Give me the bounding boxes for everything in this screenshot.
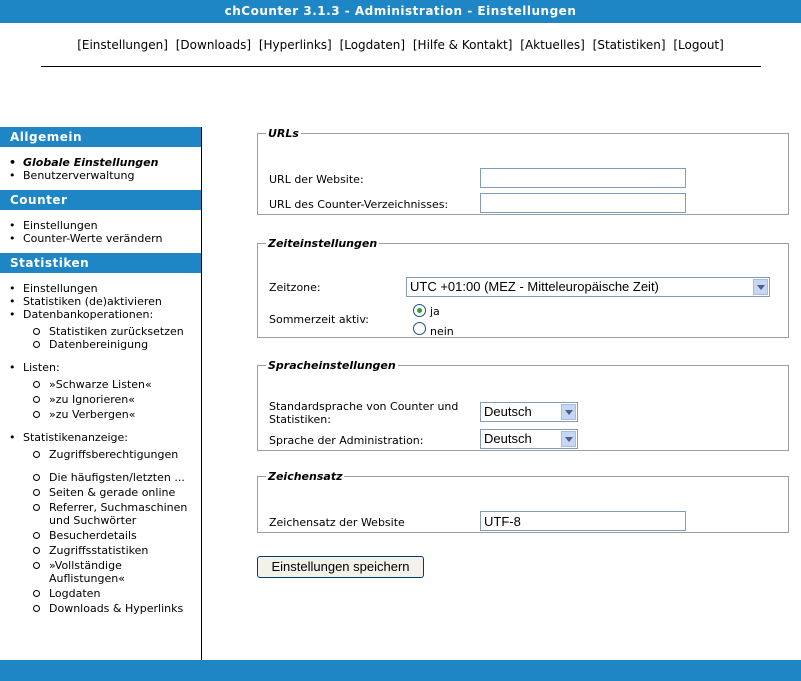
sidebar-item-counter-werte[interactable]: Counter-Werte verändern (0, 232, 201, 245)
sidebar-label-datenbankoperationen: Datenbankoperationen: (23, 308, 154, 321)
top-navigation: [Einstellungen] [Downloads] [Hyperlinks]… (0, 38, 801, 52)
radio-ja[interactable] (413, 304, 426, 317)
sidebar-item-counter-einstellungen[interactable]: Einstellungen (0, 219, 201, 232)
standard-language-select[interactable]: Deutsch (480, 402, 578, 422)
legend-zeiteinstellungen: Zeiteinstellungen (268, 237, 378, 250)
fieldset-spracheinstellungen: Spracheinstellungen Standardsprache von … (257, 359, 789, 451)
chevron-down-icon[interactable] (561, 431, 576, 447)
sidebar: Allgemein Globale Einstellungen Benutzer… (0, 127, 202, 660)
charset-input[interactable]: UTF-8 (480, 511, 686, 531)
sidebar-item-downloads-hyperlinks[interactable]: Downloads & Hyperlinks (23, 602, 201, 615)
sidebar-item-seiten-online[interactable]: Seiten & gerade online (23, 486, 201, 499)
nav-hilfe-kontakt[interactable]: [Hilfe & Kontakt] (413, 38, 513, 52)
sidebar-heading-allgemein: Allgemein (0, 127, 201, 147)
legend-urls: URLs (268, 127, 299, 140)
window-title: chCounter 3.1.3 - Administration - Einst… (0, 0, 801, 23)
fieldset-zeiteinstellungen: Zeiteinstellungen Zeitzone: UTC +01:00 (… (257, 237, 789, 338)
label-sommerzeit: Sommerzeit aktiv: (269, 313, 369, 326)
sidebar-item-zugriffsberechtigungen[interactable]: Zugriffsberechtigungen (23, 448, 201, 461)
sidebar-item-statistikenanzeige: Statistikenanzeige: Zugriffsberechtigung… (0, 431, 201, 615)
fieldset-zeichensatz: Zeichensatz Zeichensatz der Website UTF-… (257, 470, 789, 533)
nav-logout[interactable]: [Logout] (673, 38, 723, 52)
chevron-down-icon[interactable] (561, 404, 576, 420)
header-divider (41, 66, 761, 67)
sidebar-item-zu-verbergen[interactable]: »zu Verbergen« (23, 408, 201, 421)
timezone-value: UTC +01:00 (MEZ - Mitteleuropäische Zeit… (410, 279, 659, 294)
label-ja: ja (430, 305, 440, 318)
nav-hyperlinks[interactable]: [Hyperlinks] (259, 38, 332, 52)
standard-language-value: Deutsch (484, 404, 532, 419)
nav-downloads[interactable]: [Downloads] (176, 38, 251, 52)
label-zeichensatz: Zeichensatz der Website (269, 516, 405, 529)
sidebar-item-statistiken-zuruecksetzen[interactable]: Statistiken zurücksetzen (23, 325, 201, 338)
counter-dir-url-input[interactable] (480, 193, 686, 213)
sidebar-item-datenbankoperationen: Datenbankoperationen: Statistiken zurück… (0, 308, 201, 351)
fieldset-urls: URLs URL der Website: URL des Counter-Ve… (257, 127, 789, 215)
sidebar-item-globale-einstellungen[interactable]: Globale Einstellungen (0, 156, 201, 169)
sidebar-heading-statistiken: Statistiken (0, 253, 201, 273)
label-website-url: URL der Website: (269, 173, 364, 186)
label-counter-dir-url: URL des Counter-Verzeichnisses: (269, 198, 449, 211)
sidebar-item-zu-ignorieren[interactable]: »zu Ignorieren« (23, 393, 201, 406)
sidebar-item-schwarze-listen[interactable]: »Schwarze Listen« (23, 378, 201, 391)
admin-language-value: Deutsch (484, 431, 532, 446)
sidebar-item-besucherdetails[interactable]: Besucherdetails (23, 529, 201, 542)
sidebar-item-statistiken-aktivieren[interactable]: Statistiken (de)aktivieren (0, 295, 201, 308)
sidebar-heading-counter: Counter (0, 190, 201, 210)
footer-bar (0, 660, 801, 681)
sidebar-item-datenbereinigung[interactable]: Datenbereinigung (23, 338, 201, 351)
nav-aktuelles[interactable]: [Aktuelles] (520, 38, 585, 52)
sidebar-item-vollstaendige-auflistungen[interactable]: »Vollständige Auflistungen« (23, 559, 201, 585)
sidebar-item-haeufigsten-letzten[interactable]: Die häufigsten/letzten ... (23, 471, 201, 484)
nav-statistiken[interactable]: [Statistiken] (593, 38, 666, 52)
legend-zeichensatz: Zeichensatz (268, 470, 343, 483)
timezone-select[interactable]: UTC +01:00 (MEZ - Mitteleuropäische Zeit… (406, 277, 770, 297)
sidebar-item-benutzerverwaltung[interactable]: Benutzerverwaltung (0, 169, 201, 182)
sidebar-item-referrer[interactable]: Referrer, Suchmaschinen und Suchwörter (23, 501, 201, 527)
admin-language-select[interactable]: Deutsch (480, 429, 578, 449)
nav-logdaten[interactable]: [Logdaten] (340, 38, 405, 52)
sidebar-item-listen: Listen: »Schwarze Listen« »zu Ignorieren… (0, 361, 201, 421)
sidebar-label-statistikenanzeige: Statistikenanzeige: (23, 431, 128, 444)
nav-einstellungen[interactable]: [Einstellungen] (77, 38, 168, 52)
label-zeitzone: Zeitzone: (269, 281, 321, 294)
sidebar-item-zugriffsstatistiken[interactable]: Zugriffsstatistiken (23, 544, 201, 557)
legend-spracheinstellungen: Spracheinstellungen (268, 359, 396, 372)
website-url-input[interactable] (480, 168, 686, 188)
label-admin-sprache: Sprache der Administration: (269, 434, 424, 447)
sidebar-label-listen: Listen: (23, 361, 60, 374)
sidebar-item-statistiken-einstellungen[interactable]: Einstellungen (0, 282, 201, 295)
sidebar-item-logdaten[interactable]: Logdaten (23, 587, 201, 600)
label-nein: nein (430, 325, 454, 338)
chevron-down-icon[interactable] (753, 279, 768, 295)
save-settings-button[interactable]: Einstellungen speichern (257, 556, 424, 578)
label-standardsprache: Standardsprache von Counter und Statisti… (269, 400, 459, 426)
radio-nein[interactable] (413, 322, 426, 335)
